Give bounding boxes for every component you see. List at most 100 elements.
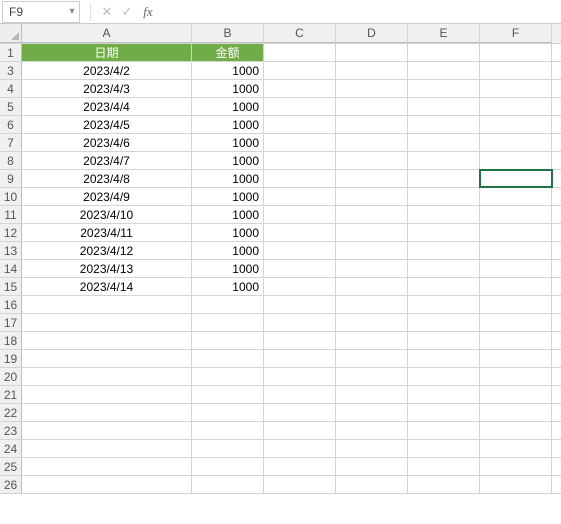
cell-C15[interactable] bbox=[264, 278, 336, 295]
cell-E6[interactable] bbox=[408, 116, 480, 133]
cell-E24[interactable] bbox=[408, 440, 480, 457]
cell-F1[interactable] bbox=[480, 44, 552, 61]
cell-C19[interactable] bbox=[264, 350, 336, 367]
cell-D8[interactable] bbox=[336, 152, 408, 169]
row-header[interactable]: 18 bbox=[0, 332, 22, 349]
cell-A3[interactable]: 2023/4/2 bbox=[22, 62, 192, 79]
cell-D16[interactable] bbox=[336, 296, 408, 313]
row-header[interactable]: 16 bbox=[0, 296, 22, 313]
cell-C9[interactable] bbox=[264, 170, 336, 187]
row-header[interactable]: 6 bbox=[0, 116, 22, 133]
row-header[interactable]: 13 bbox=[0, 242, 22, 259]
cell-D20[interactable] bbox=[336, 368, 408, 385]
cell-B4[interactable]: 1000 bbox=[192, 80, 264, 97]
cell-B10[interactable]: 1000 bbox=[192, 188, 264, 205]
row-header[interactable]: 5 bbox=[0, 98, 22, 115]
cell-F14[interactable] bbox=[480, 260, 552, 277]
cell-C7[interactable] bbox=[264, 134, 336, 151]
cell-A18[interactable] bbox=[22, 332, 192, 349]
cell-A25[interactable] bbox=[22, 458, 192, 475]
cell-C13[interactable] bbox=[264, 242, 336, 259]
cell-D12[interactable] bbox=[336, 224, 408, 241]
cell-A24[interactable] bbox=[22, 440, 192, 457]
cell-F19[interactable] bbox=[480, 350, 552, 367]
cell-C16[interactable] bbox=[264, 296, 336, 313]
cell-A6[interactable]: 2023/4/5 bbox=[22, 116, 192, 133]
row-header[interactable]: 19 bbox=[0, 350, 22, 367]
row-header[interactable]: 20 bbox=[0, 368, 22, 385]
row-header[interactable]: 25 bbox=[0, 458, 22, 475]
cell-D1[interactable] bbox=[336, 44, 408, 61]
cell-E10[interactable] bbox=[408, 188, 480, 205]
cell-F10[interactable] bbox=[480, 188, 552, 205]
cell-C22[interactable] bbox=[264, 404, 336, 421]
cell-D13[interactable] bbox=[336, 242, 408, 259]
cell-C4[interactable] bbox=[264, 80, 336, 97]
cell-E18[interactable] bbox=[408, 332, 480, 349]
cell-F15[interactable] bbox=[480, 278, 552, 295]
cell-B20[interactable] bbox=[192, 368, 264, 385]
cell-B17[interactable] bbox=[192, 314, 264, 331]
cell-E25[interactable] bbox=[408, 458, 480, 475]
cell-B13[interactable]: 1000 bbox=[192, 242, 264, 259]
row-header[interactable]: 10 bbox=[0, 188, 22, 205]
cell-F4[interactable] bbox=[480, 80, 552, 97]
cell-F12[interactable] bbox=[480, 224, 552, 241]
col-header-A[interactable]: A bbox=[22, 24, 192, 43]
cell-F8[interactable] bbox=[480, 152, 552, 169]
col-header-D[interactable]: D bbox=[336, 24, 408, 43]
cell-B26[interactable] bbox=[192, 476, 264, 493]
cell-A22[interactable] bbox=[22, 404, 192, 421]
row-header[interactable]: 24 bbox=[0, 440, 22, 457]
row-header[interactable]: 4 bbox=[0, 80, 22, 97]
row-header[interactable]: 21 bbox=[0, 386, 22, 403]
cell-B1[interactable]: 金额 bbox=[192, 44, 264, 61]
cell-A9[interactable]: 2023/4/8 bbox=[22, 170, 192, 187]
cell-A17[interactable] bbox=[22, 314, 192, 331]
confirm-icon[interactable]: ✓ bbox=[117, 4, 137, 20]
cell-B18[interactable] bbox=[192, 332, 264, 349]
row-header[interactable]: 17 bbox=[0, 314, 22, 331]
cell-D21[interactable] bbox=[336, 386, 408, 403]
select-all-corner[interactable] bbox=[0, 24, 22, 43]
cell-F5[interactable] bbox=[480, 98, 552, 115]
cell-D3[interactable] bbox=[336, 62, 408, 79]
cell-F11[interactable] bbox=[480, 206, 552, 223]
cell-F6[interactable] bbox=[480, 116, 552, 133]
cell-F20[interactable] bbox=[480, 368, 552, 385]
cell-B15[interactable]: 1000 bbox=[192, 278, 264, 295]
row-header[interactable]: 11 bbox=[0, 206, 22, 223]
row-header[interactable]: 14 bbox=[0, 260, 22, 277]
row-header[interactable]: 1 bbox=[0, 44, 22, 61]
cell-A21[interactable] bbox=[22, 386, 192, 403]
cell-D18[interactable] bbox=[336, 332, 408, 349]
cell-E17[interactable] bbox=[408, 314, 480, 331]
cell-E23[interactable] bbox=[408, 422, 480, 439]
cell-E26[interactable] bbox=[408, 476, 480, 493]
cell-C23[interactable] bbox=[264, 422, 336, 439]
cell-A20[interactable] bbox=[22, 368, 192, 385]
cell-D11[interactable] bbox=[336, 206, 408, 223]
cell-F22[interactable] bbox=[480, 404, 552, 421]
cell-B6[interactable]: 1000 bbox=[192, 116, 264, 133]
chevron-down-icon[interactable]: ▾ bbox=[65, 6, 79, 17]
cell-C26[interactable] bbox=[264, 476, 336, 493]
cell-E20[interactable] bbox=[408, 368, 480, 385]
row-header[interactable]: 3 bbox=[0, 62, 22, 79]
cell-F13[interactable] bbox=[480, 242, 552, 259]
cell-E15[interactable] bbox=[408, 278, 480, 295]
cell-A4[interactable]: 2023/4/3 bbox=[22, 80, 192, 97]
cell-D19[interactable] bbox=[336, 350, 408, 367]
cell-A19[interactable] bbox=[22, 350, 192, 367]
cell-C20[interactable] bbox=[264, 368, 336, 385]
fx-icon[interactable]: fx bbox=[137, 4, 159, 20]
cell-F17[interactable] bbox=[480, 314, 552, 331]
cell-E1[interactable] bbox=[408, 44, 480, 61]
row-header[interactable]: 26 bbox=[0, 476, 22, 493]
cell-E3[interactable] bbox=[408, 62, 480, 79]
cell-B12[interactable]: 1000 bbox=[192, 224, 264, 241]
cell-B24[interactable] bbox=[192, 440, 264, 457]
cell-B16[interactable] bbox=[192, 296, 264, 313]
cell-C21[interactable] bbox=[264, 386, 336, 403]
cell-D26[interactable] bbox=[336, 476, 408, 493]
